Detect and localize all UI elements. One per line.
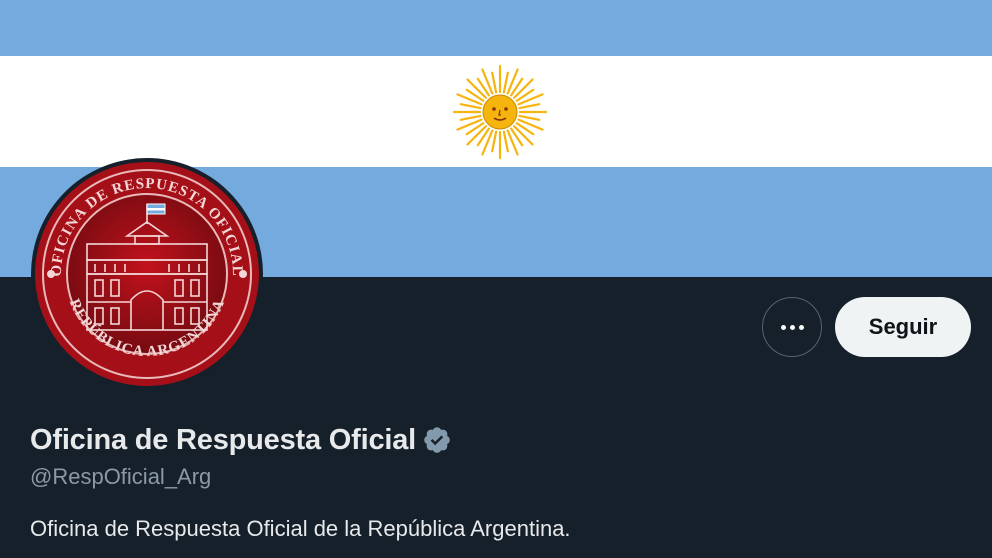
display-name: Oficina de Respuesta Oficial — [30, 423, 417, 456]
profile-handle: @RespOficial_Arg — [30, 464, 212, 489]
profile-name-row: Oficina de Respuesta Oficial — [30, 420, 452, 460]
follow-button[interactable]: Seguir — [835, 297, 971, 357]
casa-rosada-seal-icon: OFICINA DE RESPUESTA OFICIAL REPÚBLICA A… — [35, 162, 259, 386]
avatar[interactable]: OFICINA DE RESPUESTA OFICIAL REPÚBLICA A… — [31, 158, 263, 390]
more-dots-icon — [780, 324, 804, 330]
sol-de-mayo-icon — [452, 64, 548, 160]
profile-bio: Oficina de Respuesta Oficial de la Repúb… — [30, 516, 571, 541]
flag-stripe-top — [0, 0, 992, 56]
more-options-button[interactable] — [762, 297, 822, 357]
verified-badge-icon[interactable] — [422, 425, 452, 455]
